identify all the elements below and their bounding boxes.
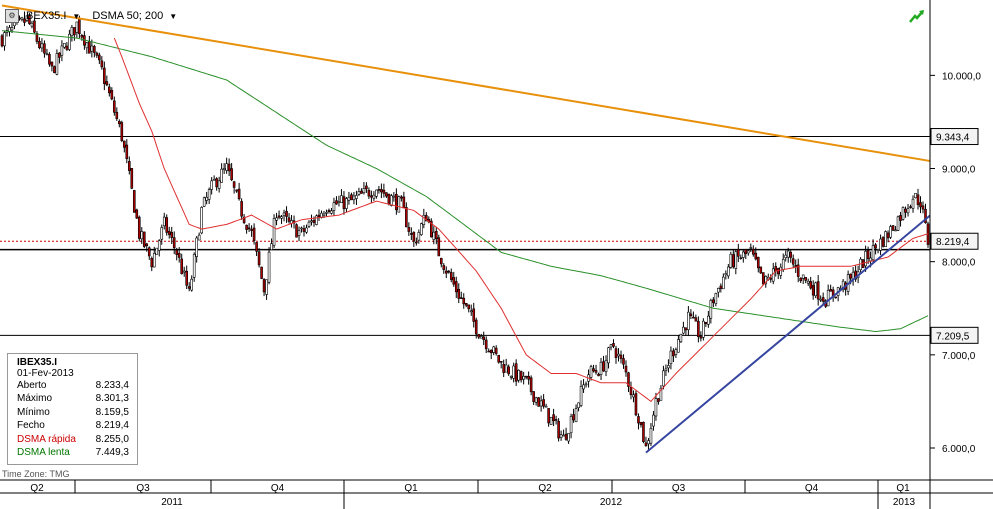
chart-header: ⚙ IBEX35.I ▼ DSMA 50; 200 ▼ [5, 7, 185, 25]
legend-value: 7.449,3 [95, 447, 129, 459]
legend-label: Máximo [17, 393, 53, 405]
legend-label: Mínimo [17, 406, 50, 418]
candle [537, 397, 540, 407]
quarter-label: Q1 [896, 483, 910, 494]
candle [889, 224, 892, 240]
legend-row: DSMA lenta 7.449,3 [8, 446, 137, 459]
legend-label: Fecho [17, 420, 45, 432]
candle [120, 120, 124, 143]
candle [914, 193, 917, 199]
candle [130, 168, 134, 190]
candle [137, 215, 141, 242]
candle [759, 266, 763, 274]
candle [497, 354, 500, 364]
candle [557, 418, 560, 442]
candle [634, 390, 638, 417]
candle [884, 230, 887, 248]
candle [142, 231, 146, 249]
candle [53, 65, 56, 74]
candle [267, 247, 271, 285]
year-label: 2011 [161, 497, 183, 508]
candle [420, 222, 423, 236]
candle [430, 218, 433, 238]
candle [729, 251, 733, 269]
candle [891, 225, 895, 232]
y-tick-label: 6.000,0 [942, 444, 976, 455]
candle [397, 195, 401, 213]
svg-text:7.209,5: 7.209,5 [936, 331, 970, 342]
quarter-label: Q3 [136, 483, 150, 494]
candle [200, 206, 203, 235]
svg-text:8.219,4: 8.219,4 [936, 237, 970, 248]
candle [702, 318, 705, 341]
candle [165, 214, 169, 236]
legend-row: DSMA rápida 8.255,0 [8, 433, 137, 446]
legend-value: 8.255,0 [95, 433, 129, 445]
candle [132, 189, 136, 213]
price-tag: 7.209,5 [930, 326, 979, 344]
data-legend: IBEX35.I 01-Fev-2013 Aberto 8.233,4 Máximo… [7, 353, 138, 465]
quarter-label: Q4 [805, 483, 819, 494]
candle [642, 421, 645, 444]
candle [202, 196, 206, 208]
legend-row: Mínimo 8.159,5 [8, 406, 137, 419]
year-label: 2012 [600, 497, 623, 508]
chevron-down-icon[interactable]: ▼ [72, 12, 80, 21]
candle [0, 33, 4, 48]
candle [135, 208, 139, 219]
price-tag: 8.219,4 [930, 232, 979, 250]
chevron-down-icon[interactable]: ▼ [169, 12, 177, 21]
y-tick-label: 9.000,0 [942, 165, 976, 176]
candle [901, 206, 905, 221]
legend-row: Máximo 8.301,3 [8, 392, 137, 405]
y-tick-label: 7.000,0 [942, 351, 976, 362]
legend-row: Fecho 8.219,4 [8, 419, 137, 432]
price-tag: 9.343,4 [930, 128, 979, 146]
candle [192, 252, 196, 282]
candle [549, 416, 553, 425]
legend-value: 8.219,4 [95, 420, 129, 432]
quarter-label: Q1 [404, 483, 418, 494]
year-label: 2013 [893, 497, 916, 508]
legend-value: 8.159,5 [95, 406, 129, 418]
legend-title: IBEX35.I [17, 357, 58, 368]
candle [260, 266, 263, 280]
trend-arrow-icon[interactable] [909, 9, 925, 23]
candle [679, 333, 683, 343]
legend-value: 8.301,3 [95, 393, 129, 405]
candle [155, 247, 159, 255]
candle [814, 281, 817, 299]
candle [896, 215, 900, 232]
candle [761, 272, 765, 285]
candle [926, 221, 930, 248]
y-tick-label: 10.000,0 [942, 71, 981, 82]
chart-settings-icon[interactable]: ⚙ [5, 9, 19, 23]
timezone-label: Time Zone: TMG [2, 469, 70, 479]
candle [315, 214, 318, 226]
candle [295, 223, 298, 238]
quarter-label: Q2 [30, 483, 44, 494]
svg-text:9.343,4: 9.343,4 [936, 133, 970, 144]
indicator-selector[interactable]: DSMA 50; 200 [92, 10, 163, 22]
legend-row: Aberto 8.233,4 [8, 379, 137, 392]
legend-value: 8.233,4 [95, 380, 129, 391]
legend-label: DSMA lenta [17, 447, 70, 459]
quarter-label: Q4 [271, 483, 285, 494]
symbol-selector[interactable]: IBEX35.I [23, 10, 66, 22]
candle [437, 234, 441, 257]
candle [272, 214, 276, 249]
legend-label: Aberto [17, 380, 47, 391]
y-tick-label: 8.000,0 [942, 258, 976, 269]
candle [55, 49, 59, 76]
legend-label: DSMA rápida [17, 433, 76, 445]
quarter-label: Q3 [672, 483, 686, 494]
legend-date: 01-Fev-2013 [17, 368, 74, 379]
price-chart[interactable]: 10.000,0 9.000,0 8.000,0 7.000,0 6.000,0 9.34… [0, 0, 993, 509]
quarter-label: Q2 [538, 483, 552, 494]
candle [881, 236, 885, 248]
